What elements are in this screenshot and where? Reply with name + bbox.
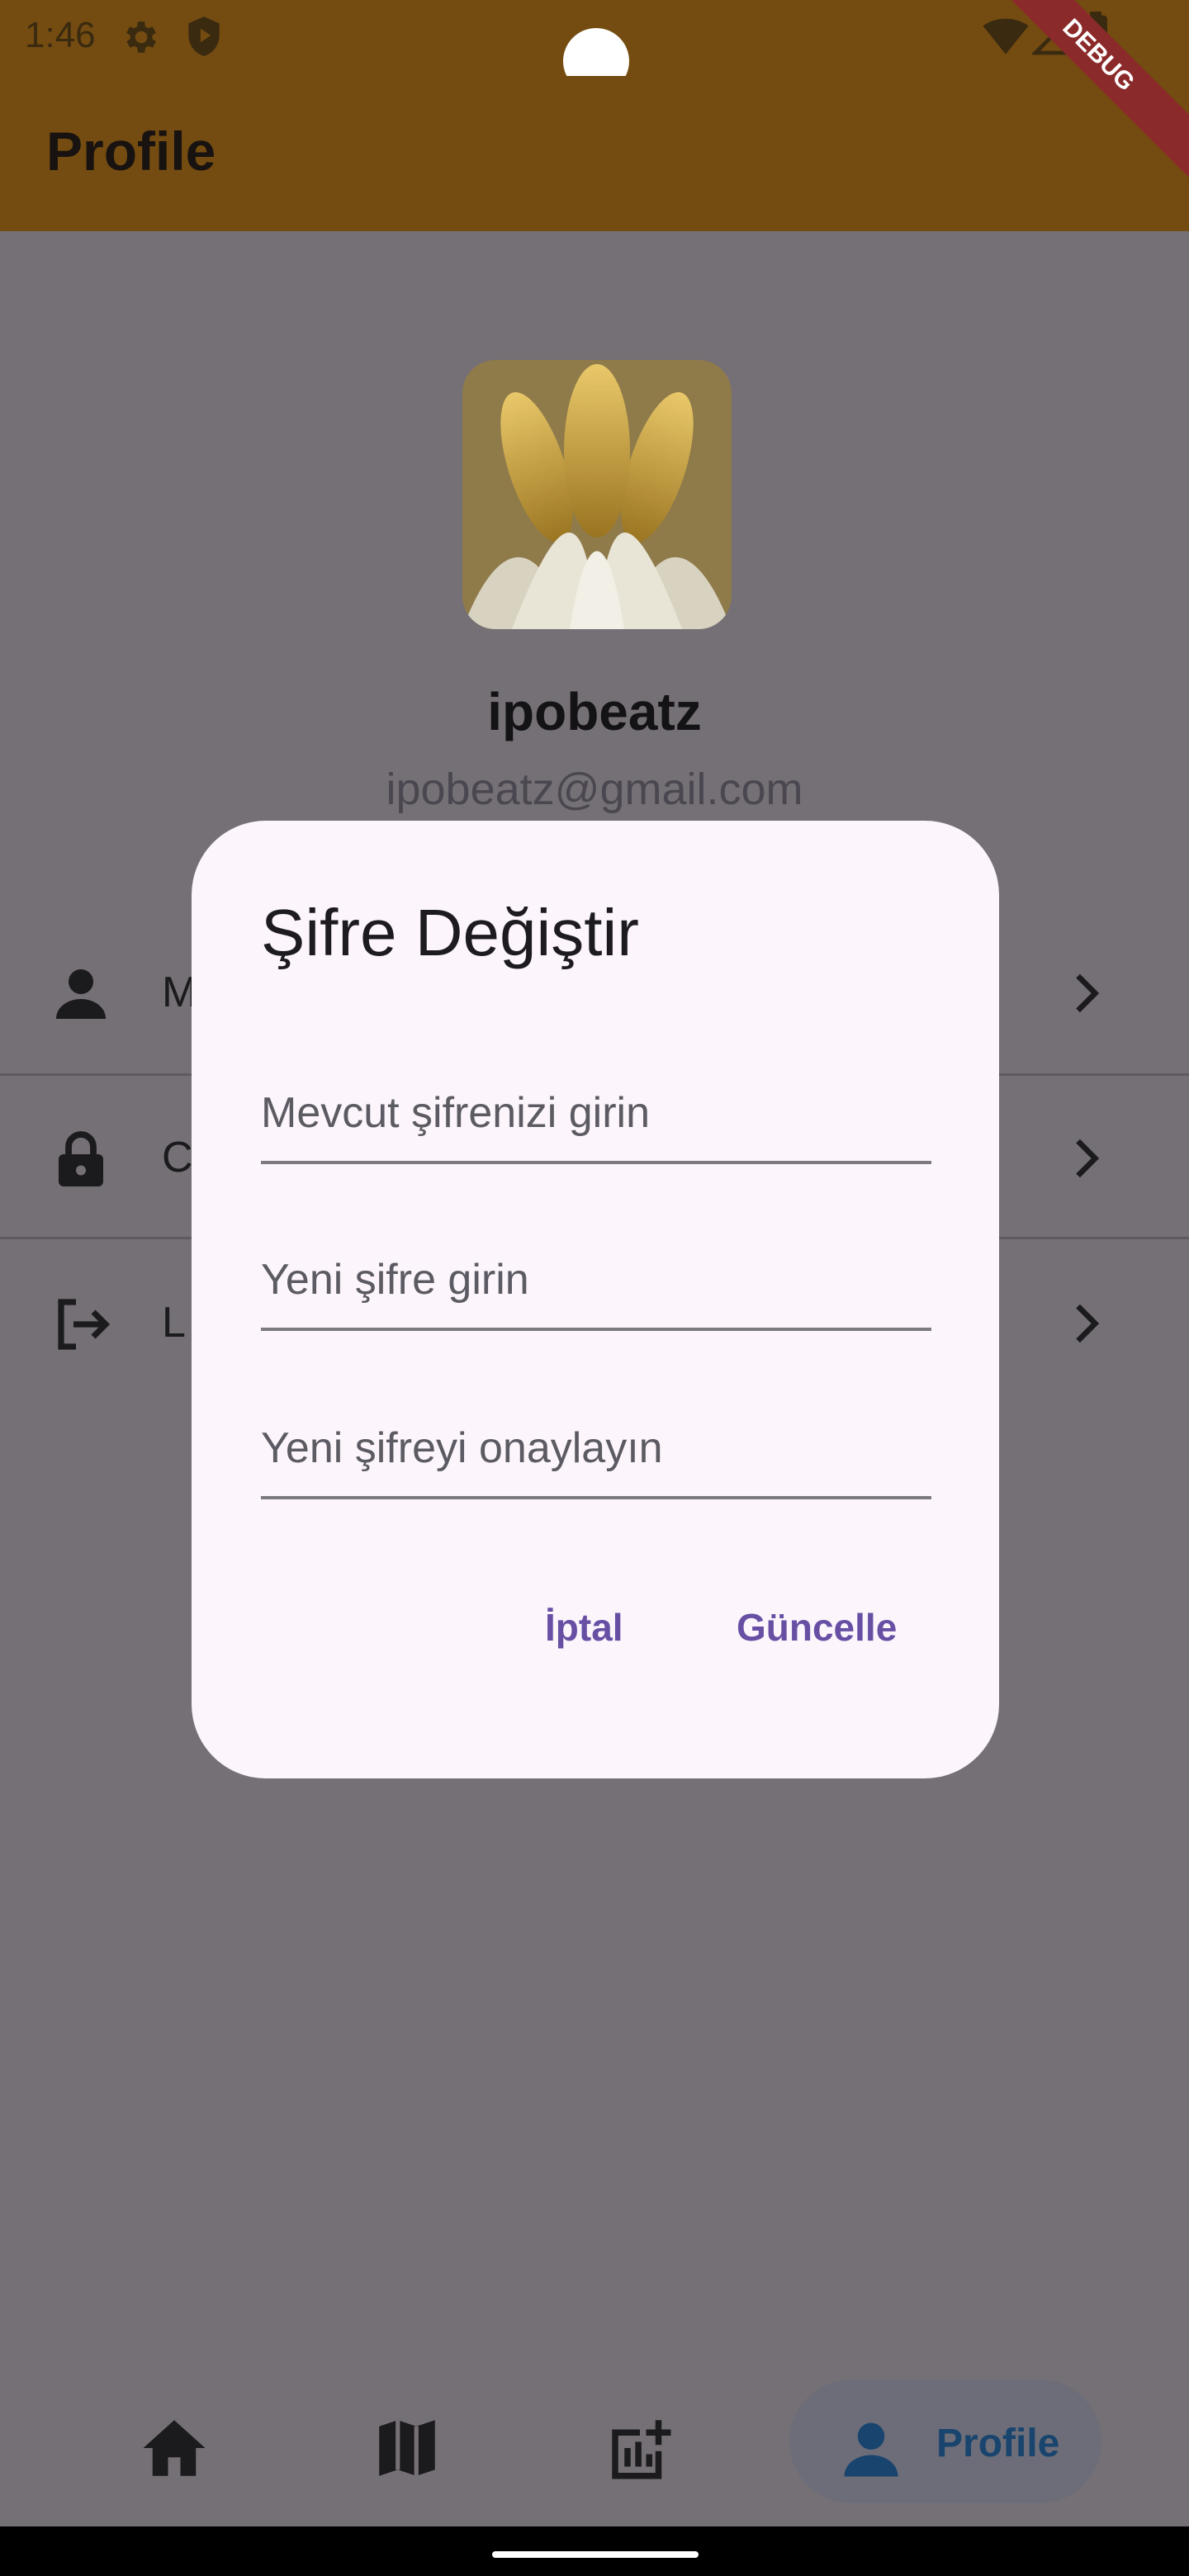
add-chart-icon[interactable] (603, 2411, 677, 2485)
new-password-field[interactable]: Yeni şifre girin (261, 1227, 931, 1331)
map-icon[interactable] (370, 2411, 444, 2485)
bottom-navigation: Profile (0, 2361, 1189, 2526)
field-underline (261, 1161, 931, 1164)
menu-item-label: L (162, 1299, 186, 1347)
lock-icon (59, 1131, 103, 1186)
logout-icon (58, 1299, 111, 1350)
person-icon (844, 2422, 898, 2477)
status-time: 1:46 (25, 15, 96, 55)
chevron-right-icon (1076, 1139, 1100, 1178)
new-password-input[interactable] (261, 1227, 931, 1331)
confirm-password-input[interactable] (261, 1395, 931, 1499)
dialog-title: Şifre Değiştir (261, 896, 639, 969)
person-icon (56, 969, 106, 1019)
nav-item-profile-label: Profile (936, 2422, 1060, 2465)
profile-username: ipobeatz (487, 682, 702, 741)
wifi-icon (983, 18, 1029, 54)
settings-icon (126, 21, 156, 53)
current-password-input[interactable] (261, 1060, 931, 1164)
profile-email: ipobeatz@gmail.com (386, 765, 803, 814)
shield-icon (188, 17, 220, 56)
field-underline (261, 1496, 931, 1499)
cancel-button[interactable]: İptal (545, 1605, 623, 1650)
current-password-field[interactable]: Mevcut şifrenizi girin (261, 1060, 931, 1164)
change-password-dialog: Şifre Değiştir Mevcut şifrenizi girin Ye… (192, 821, 999, 1778)
chevron-right-icon (1076, 1304, 1100, 1343)
update-button[interactable]: Güncelle (737, 1605, 897, 1650)
app-logo (462, 360, 732, 629)
chevron-right-icon (1076, 973, 1100, 1013)
field-underline (261, 1328, 931, 1331)
page-title: Profile (46, 121, 216, 182)
home-icon[interactable] (137, 2411, 211, 2485)
home-indicator[interactable] (492, 2551, 699, 2558)
confirm-password-field[interactable]: Yeni şifreyi onaylayın (261, 1395, 931, 1499)
menu-item-label: C (162, 1134, 193, 1181)
